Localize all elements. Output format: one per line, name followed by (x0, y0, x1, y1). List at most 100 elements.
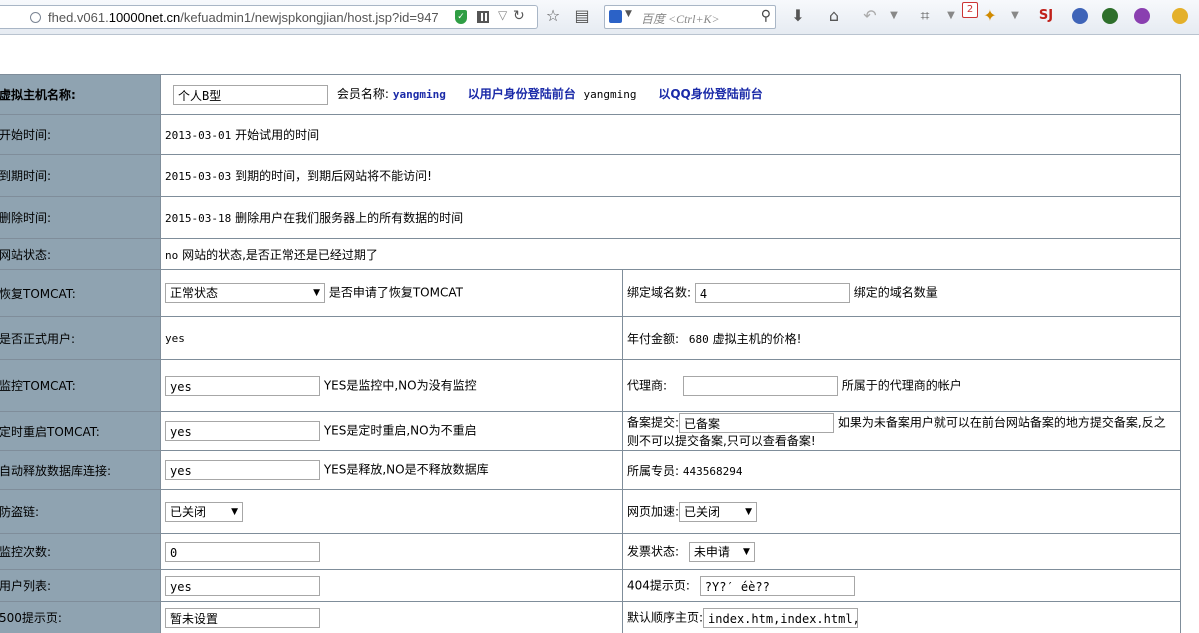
page-500-label: 500提示页: (0, 601, 161, 633)
restore-tomcat-label: 恢复TOMCAT: (0, 269, 161, 317)
bound-domains-field[interactable]: 4 (694, 283, 850, 303)
invoice-status-select[interactable]: 未申请 ▼ (688, 541, 755, 562)
release-db-field[interactable]: yes (165, 460, 320, 480)
search-go-icon[interactable]: ⚲ (761, 8, 771, 24)
extension-green-icon[interactable] (1102, 8, 1118, 24)
start-desc: 开始试用的时间 (235, 128, 320, 142)
reading-list-icon[interactable]: ▤ (572, 6, 592, 26)
page-accel-select[interactable]: 已关闭 ▼ (679, 501, 758, 522)
crop-icon[interactable]: ⌗ (915, 6, 935, 26)
annual-fee-value: 680 (688, 332, 709, 346)
undo-dropdown-icon[interactable]: ▼ (884, 6, 904, 26)
row-hotlink: 防盗链: 已关闭 ▼ 网页加速: 已关闭 ▼ (0, 489, 1181, 534)
hotlink-select[interactable]: 已关闭 ▼ (165, 501, 243, 522)
row-start-time: 开始时间: 2013-03-01 开始试用的时间 (0, 114, 1181, 155)
delete-time-label: 删除时间: (0, 196, 161, 239)
restore-tomcat-selected: 正常状态 (170, 286, 219, 300)
monitor-count-label: 监控次数: (0, 533, 161, 570)
invoice-status-selected: 未申请 (693, 544, 730, 559)
site-status-label: 网站状态: (0, 238, 161, 270)
extension-yellow-icon[interactable] (1172, 8, 1188, 24)
url-domain: 10000net.cn (108, 10, 181, 25)
row-site-status: 网站状态: no 网站的状态,是否正常还是已经过期了 (0, 238, 1181, 270)
member-name: yangming (392, 88, 446, 101)
extension-bee-icon[interactable]: ✦ (980, 6, 1000, 26)
start-date: 2013-03-01 (165, 129, 232, 142)
restart-tomcat-desc: YES是定时重启,NO为不重启 (323, 423, 477, 438)
notification-badge[interactable]: 2 (962, 2, 978, 18)
expire-time-label: 到期时间: (0, 154, 161, 197)
annual-fee-label: 年付金额: (627, 331, 680, 346)
row-user-list: 用户列表: yes 404提示页: ?Y?′ éè?? (0, 569, 1181, 602)
default-page-label: 默认顺序主页: (627, 610, 704, 624)
row-host-name: 虚拟主机名称: 个人B型 会员名称: yangming 以用户身份登陆前台 yan… (0, 74, 1181, 115)
agent-desc: 所属于的代理商的帐户 (841, 378, 962, 392)
user-list-field[interactable]: yes (165, 575, 320, 596)
staff-value: 443568294 (682, 464, 743, 478)
url-prefix: fhed.v061. (48, 10, 109, 25)
restore-tomcat-select[interactable]: 正常状态 ▼ (165, 283, 325, 303)
hotlink-selected: 已关闭 (170, 504, 207, 519)
extension-blue-icon[interactable] (1072, 8, 1088, 24)
login-front-link[interactable]: 以用户身份登陆前台 (468, 87, 576, 101)
engine-dropdown-icon[interactable]: ▼ (625, 9, 632, 19)
chevron-down-icon: ▼ (745, 506, 753, 517)
extension-purple-icon[interactable] (1134, 8, 1150, 24)
address-bar[interactable]: fhed.v061.10000net.cn/kefuadmin1/newjspk… (0, 5, 538, 29)
monitor-count-field[interactable]: 0 (165, 541, 320, 562)
qr-code-icon[interactable] (477, 11, 489, 23)
history-dropdown-icon[interactable]: ▽ (498, 8, 507, 22)
login-front-user: yangming (583, 88, 637, 101)
icp-desc-line1: 如果为未备案用户就可以在前台网站备案的地方提交备案,反之 (837, 415, 1166, 429)
chevron-down-icon: ▼ (313, 288, 320, 298)
home-icon[interactable]: ⌂ (824, 6, 844, 26)
bound-domains-label: 绑定域名数: (627, 285, 692, 300)
page-accel-label: 网页加速: (627, 504, 680, 518)
formal-user-label: 是否正式用户: (0, 316, 161, 360)
download-icon[interactable]: ⬇ (788, 6, 808, 26)
staff-label: 所属专员: (627, 463, 680, 478)
sj-extension-icon[interactable]: SJ (1036, 6, 1056, 26)
restart-tomcat-label: 定时重启TOMCAT: (0, 411, 161, 451)
delete-date: 2015-03-18 (165, 212, 232, 225)
row-delete-time: 删除时间: 2015-03-18 删除用户在我们服务器上的所有数据的时间 (0, 196, 1181, 239)
row-release-db: 自动释放数据库连接: yes YES是释放,NO是不释放数据库 所属专员: 44… (0, 450, 1181, 490)
security-shield-icon[interactable]: ✓ (455, 10, 467, 24)
url-text[interactable]: fhed.v061.10000net.cn/kefuadmin1/newjspk… (48, 10, 439, 25)
hotlink-label: 防盗链: (0, 489, 161, 534)
expire-desc: 到期的时间，到期后网站将不能访问! (235, 169, 432, 183)
icp-field[interactable]: 已备案 (679, 412, 835, 433)
restart-tomcat-field[interactable]: yes (165, 421, 320, 441)
chevron-down-icon: ▼ (231, 506, 238, 517)
default-page-field[interactable]: index.htm,index.html,i (703, 607, 859, 628)
release-db-desc: YES是释放,NO是不释放数据库 (323, 462, 489, 477)
monitor-tomcat-field[interactable]: yes (165, 375, 320, 396)
reload-icon[interactable]: ↻ (513, 8, 525, 24)
agent-field[interactable] (682, 375, 838, 396)
url-path: /kefuadmin1/newjspkongjian/host.jsp?id=9… (180, 10, 439, 25)
crop-dropdown-icon[interactable]: ▼ (941, 6, 961, 26)
row-monitor-count: 监控次数: 0 发票状态: 未申请 ▼ (0, 533, 1181, 570)
login-qq-link[interactable]: 以QQ身份登陆前台 (658, 87, 762, 101)
page-404-field[interactable]: ?Y?′ éè?? (699, 575, 855, 596)
host-detail-form: 虚拟主机名称: 个人B型 会员名称: yangming 以用户身份登陆前台 yan… (0, 74, 1199, 633)
restore-tomcat-desc: 是否申请了恢复TOMCAT (328, 285, 463, 300)
release-db-label: 自动释放数据库连接: (0, 450, 161, 490)
bookmark-star-icon[interactable]: ☆ (543, 6, 563, 26)
search-placeholder: 百度 <Ctrl+K> (641, 12, 720, 26)
extension-dropdown-icon[interactable]: ▼ (1005, 6, 1025, 26)
baidu-engine-icon[interactable] (609, 10, 622, 23)
row-restart-tomcat: 定时重启TOMCAT: yes YES是定时重启,NO为不重启 备案提交: 已备案… (0, 411, 1181, 451)
host-name-field[interactable]: 个人B型 (173, 84, 328, 105)
host-name-label: 虚拟主机名称: (0, 74, 161, 115)
page-500-field[interactable]: 暂未设置 (165, 607, 320, 628)
expire-date: 2015-03-03 (165, 170, 232, 183)
site-status-value: no (165, 248, 179, 262)
search-box[interactable]: ▼ 百度 <Ctrl+K> ⚲ (604, 5, 776, 29)
annual-fee-desc: 虚拟主机的价格! (712, 331, 802, 346)
site-status-desc: 网站的状态,是否正常还是已经过期了 (182, 247, 378, 262)
agent-label: 代理商: (627, 378, 668, 392)
bound-domains-desc: 绑定的域名数量 (853, 285, 938, 300)
icp-desc-line2: 则不可以提交备案,只可以查看备案! (627, 433, 816, 448)
undo-icon[interactable]: ↶ (860, 6, 880, 26)
